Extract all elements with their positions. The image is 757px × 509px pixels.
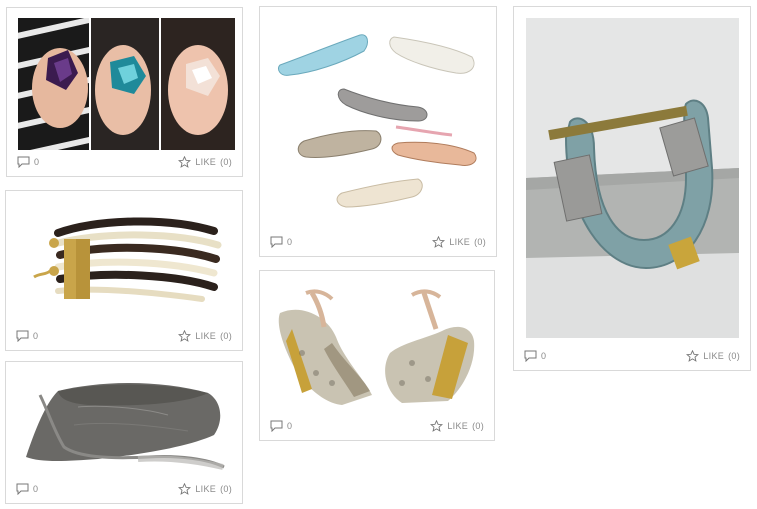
card-meta: 0 LIKE (0) <box>17 156 232 170</box>
wedges-photo[interactable] <box>272 283 484 409</box>
pin-card-clutch[interactable]: 0 LIKE (0) <box>5 361 243 504</box>
clutch-photo[interactable] <box>18 371 231 475</box>
pin-card-flats[interactable]: 0 LIKE (0) <box>259 6 497 257</box>
pin-card-bracelet[interactable]: 0 LIKE (0) <box>5 190 243 351</box>
like-label: LIKE <box>703 351 725 361</box>
card-meta: 0 LIKE (0) <box>270 420 484 434</box>
speech-bubble-icon <box>17 156 30 168</box>
rings-photo[interactable] <box>18 18 235 150</box>
star-icon <box>686 350 700 362</box>
comment-button[interactable]: 0 <box>270 420 292 432</box>
comment-button[interactable]: 0 <box>524 350 546 362</box>
comment-button[interactable]: 0 <box>16 483 38 495</box>
like-count: (0) <box>220 484 232 494</box>
like-button[interactable]: LIKE (0) <box>432 236 486 248</box>
like-label: LIKE <box>449 237 471 247</box>
star-icon <box>178 483 192 495</box>
star-icon <box>430 420 444 432</box>
like-count: (0) <box>472 421 484 431</box>
comment-count: 0 <box>541 351 547 361</box>
star-icon <box>432 236 446 248</box>
card-meta: 0 LIKE (0) <box>270 236 486 250</box>
comment-count: 0 <box>287 237 293 247</box>
cuff-photo[interactable] <box>526 18 739 338</box>
like-count: (0) <box>474 237 486 247</box>
comment-count: 0 <box>33 331 39 341</box>
bracelet-photo[interactable] <box>18 203 231 319</box>
like-button[interactable]: LIKE (0) <box>686 350 740 362</box>
speech-bubble-icon <box>270 236 283 248</box>
comment-count: 0 <box>33 484 39 494</box>
star-icon <box>178 156 192 168</box>
like-button[interactable]: LIKE (0) <box>430 420 484 432</box>
like-count: (0) <box>220 331 232 341</box>
like-count: (0) <box>728 351 740 361</box>
like-button[interactable]: LIKE (0) <box>178 483 232 495</box>
comment-button[interactable]: 0 <box>16 330 38 342</box>
speech-bubble-icon <box>16 483 29 495</box>
pin-card-wedges[interactable]: 0 LIKE (0) <box>259 270 495 441</box>
pin-card-rings[interactable]: 0 LIKE (0) <box>6 7 243 177</box>
like-button[interactable]: LIKE (0) <box>178 330 232 342</box>
like-label: LIKE <box>195 157 217 167</box>
card-meta: 0 LIKE (0) <box>16 483 232 497</box>
star-icon <box>178 330 192 342</box>
card-meta: 0 LIKE (0) <box>16 330 232 344</box>
comment-button[interactable]: 0 <box>270 236 292 248</box>
like-button[interactable]: LIKE (0) <box>178 156 232 168</box>
like-label: LIKE <box>195 331 217 341</box>
comment-button[interactable]: 0 <box>17 156 39 168</box>
speech-bubble-icon <box>524 350 537 362</box>
flats-photo[interactable] <box>272 17 486 229</box>
like-count: (0) <box>220 157 232 167</box>
card-meta: 0 LIKE (0) <box>524 350 740 364</box>
comment-count: 0 <box>34 157 40 167</box>
like-label: LIKE <box>195 484 217 494</box>
speech-bubble-icon <box>16 330 29 342</box>
like-label: LIKE <box>447 421 469 431</box>
comment-count: 0 <box>287 421 293 431</box>
speech-bubble-icon <box>270 420 283 432</box>
pin-card-cuff[interactable]: 0 LIKE (0) <box>513 6 751 371</box>
